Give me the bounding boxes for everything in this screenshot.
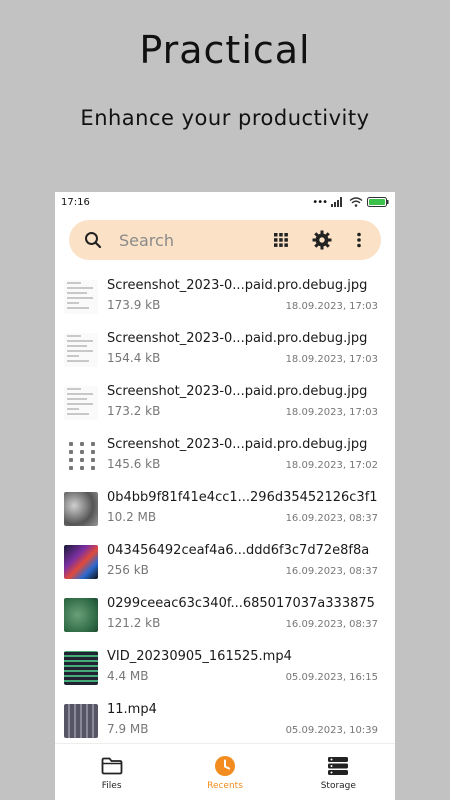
- file-row[interactable]: VID_20230905_161525.mp4 4.4 MB 05.09.2023,…: [55, 645, 395, 698]
- storage-icon: [327, 753, 349, 779]
- nav-files[interactable]: Files: [55, 744, 168, 800]
- file-size: 145.6 kB: [107, 457, 161, 471]
- grid-view-icon[interactable]: [271, 230, 291, 250]
- file-thumbnail: [64, 651, 98, 685]
- file-name: Screenshot_2023-0...paid.pro.debug.jpg: [107, 384, 368, 399]
- file-list: Screenshot_2023-0...paid.pro.debug.jpg 17…: [55, 274, 395, 751]
- file-size: 4.4 MB: [107, 669, 149, 683]
- file-date: 05.09.2023, 16:15: [285, 672, 378, 683]
- promo-subtitle: Enhance your productivity: [80, 106, 370, 130]
- more-vert-icon[interactable]: [349, 230, 369, 250]
- file-date: 18.09.2023, 17:02: [285, 460, 378, 471]
- file-name: Screenshot_2023-0...paid.pro.debug.jpg: [107, 331, 368, 346]
- gear-icon[interactable]: [312, 230, 332, 250]
- file-name: 0299ceeac63c340f...685017037a333875: [107, 596, 375, 611]
- file-date: 16.09.2023, 08:37: [285, 619, 378, 630]
- file-row[interactable]: Screenshot_2023-0...paid.pro.debug.jpg 15…: [55, 327, 395, 380]
- nav-storage[interactable]: Storage: [282, 744, 395, 800]
- file-row[interactable]: Screenshot_2023-0...paid.pro.debug.jpg 17…: [55, 380, 395, 433]
- clock-icon: [214, 753, 236, 779]
- bottom-nav: Files Recents Storage: [55, 743, 395, 800]
- file-size: 10.2 MB: [107, 510, 157, 524]
- file-row[interactable]: Screenshot_2023-0...paid.pro.debug.jpg 17…: [55, 274, 395, 327]
- phone-screen: 17:16 ••• Search Screenshot_2023-0...pai…: [55, 192, 395, 800]
- status-bar: 17:16 •••: [55, 192, 395, 212]
- nav-label: Storage: [320, 781, 356, 791]
- file-thumbnail: [64, 598, 98, 632]
- file-thumbnail: [64, 333, 98, 367]
- file-size: 154.4 kB: [107, 351, 161, 365]
- file-row[interactable]: Screenshot_2023-0...paid.pro.debug.jpg 14…: [55, 433, 395, 486]
- search-input[interactable]: [117, 229, 261, 251]
- file-date: 16.09.2023, 08:37: [285, 566, 378, 577]
- file-size: 7.9 MB: [107, 722, 149, 736]
- file-size: 173.9 kB: [107, 298, 161, 312]
- file-date: 16.09.2023, 08:37: [285, 513, 378, 524]
- file-thumbnail: [64, 545, 98, 579]
- status-icons: •••: [312, 197, 389, 208]
- search-bar[interactable]: [69, 220, 381, 260]
- file-size: 173.2 kB: [107, 404, 161, 418]
- file-date: 18.09.2023, 17:03: [285, 301, 378, 312]
- file-name: 0b4bb9f81f41e4cc1...296d35452126c3f1: [107, 490, 378, 505]
- file-date: 18.09.2023, 17:03: [285, 354, 378, 365]
- file-size: 121.2 kB: [107, 616, 161, 630]
- more-dots-icon: •••: [312, 196, 328, 208]
- file-name: Screenshot_2023-0...paid.pro.debug.jpg: [107, 437, 368, 452]
- promo-title: Practical: [139, 28, 311, 72]
- file-name: Screenshot_2023-0...paid.pro.debug.jpg: [107, 278, 368, 293]
- folder-icon: [101, 753, 123, 779]
- nav-recents[interactable]: Recents: [168, 744, 281, 800]
- file-thumbnail: [64, 280, 98, 314]
- status-time: 17:16: [61, 196, 90, 208]
- nav-label: Recents: [207, 781, 243, 791]
- battery-icon: [367, 197, 389, 207]
- file-thumbnail: [64, 704, 98, 738]
- file-name: 043456492ceaf4a6...ddd6f3c7d72e8f8a: [107, 543, 370, 558]
- nav-label: Files: [101, 781, 122, 791]
- file-thumbnail: [64, 439, 98, 473]
- signal-icon: [331, 197, 342, 207]
- file-date: 18.09.2023, 17:03: [285, 407, 378, 418]
- file-row[interactable]: 0b4bb9f81f41e4cc1...296d35452126c3f1 10.2…: [55, 486, 395, 539]
- file-row[interactable]: 0299ceeac63c340f...685017037a333875 121.2…: [55, 592, 395, 645]
- file-date: 05.09.2023, 10:39: [285, 725, 378, 736]
- file-row[interactable]: 043456492ceaf4a6...ddd6f3c7d72e8f8a 256 k…: [55, 539, 395, 592]
- search-icon[interactable]: [83, 230, 103, 250]
- file-name: 11.mp4: [107, 702, 157, 717]
- file-thumbnail: [64, 492, 98, 526]
- file-thumbnail: [64, 386, 98, 420]
- file-name: VID_20230905_161525.mp4: [107, 649, 292, 664]
- file-size: 256 kB: [107, 563, 149, 577]
- wifi-icon: [349, 197, 363, 207]
